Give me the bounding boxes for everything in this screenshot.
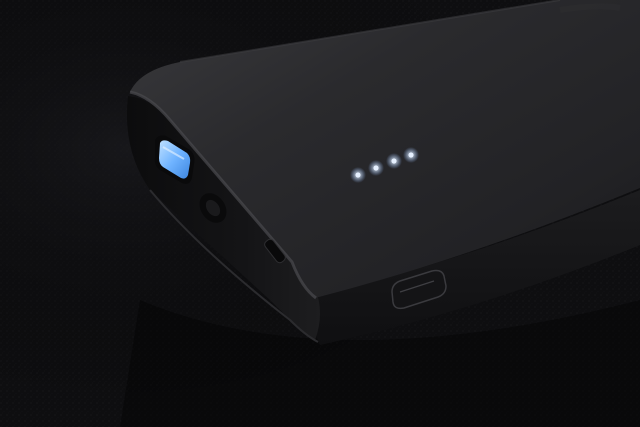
led-4 (403, 147, 419, 163)
led-2 (368, 160, 384, 176)
led-1 (350, 167, 366, 183)
led-3 (386, 153, 402, 169)
embossed-logo (559, 3, 621, 13)
photo-scene (0, 0, 640, 427)
power-bank-photo (0, 0, 640, 427)
